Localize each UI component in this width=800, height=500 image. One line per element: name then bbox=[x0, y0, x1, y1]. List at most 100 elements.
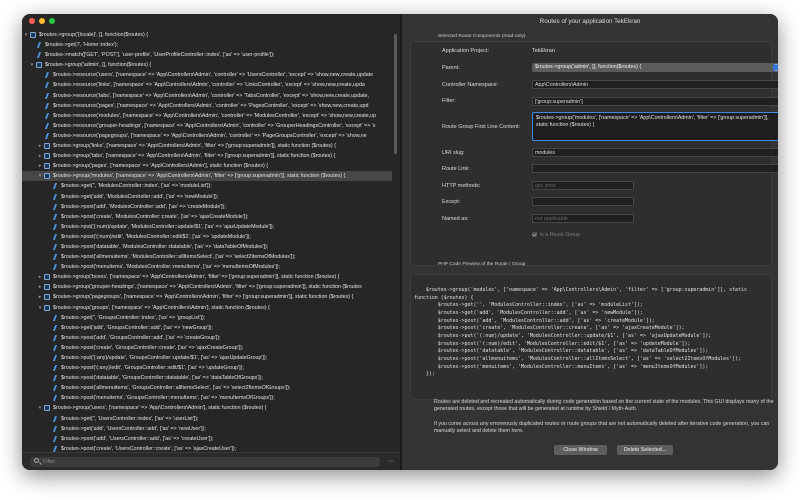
tree-row[interactable]: $routes->post('create', 'ModulesControll… bbox=[22, 212, 392, 222]
tree-scrollbar[interactable] bbox=[394, 34, 397, 454]
tree-row[interactable]: ▸ $routes->group('pages', ['namespace' =>… bbox=[22, 161, 392, 171]
tree-row[interactable]: ▾ $routes->group('users', ['namespace' =>… bbox=[22, 403, 392, 413]
tree-row[interactable]: ▸ $routes->group('tabs', ['namespace' => … bbox=[22, 151, 392, 161]
tree-row[interactable]: $routes->put('(:any)/update', 'GroupsCon… bbox=[22, 353, 392, 363]
parent-popup[interactable]: $routes->group('admin', [], function($ro… bbox=[532, 63, 778, 72]
tree-row-label: $routes->post('create', 'UsersController… bbox=[61, 445, 237, 452]
tree-row[interactable]: $routes->resource('users', ['namespace' … bbox=[22, 70, 392, 80]
is-group-checkbox[interactable]: is a Route Group bbox=[532, 232, 580, 238]
tree-row-label: $routes->group('tabs', ['namespace' => '… bbox=[53, 153, 336, 160]
close-window-button[interactable]: Close Window bbox=[554, 445, 607, 455]
disclosure-collapsed-icon[interactable]: ▸ bbox=[37, 282, 43, 292]
route-icon bbox=[44, 133, 50, 139]
disclosure-expanded-icon[interactable]: ▾ bbox=[23, 30, 29, 40]
parent-value: $routes->group('admin', [], function($ro… bbox=[535, 64, 642, 70]
route-icon bbox=[44, 93, 50, 99]
tree-row[interactable]: $routes->get('', 'GroupsController::inde… bbox=[22, 313, 392, 323]
route-group-icon bbox=[44, 294, 50, 301]
minimize-window-control[interactable] bbox=[39, 18, 45, 24]
tree-row[interactable]: $routes->get('add', 'ModulesController::… bbox=[22, 192, 392, 202]
tree-row[interactable]: $routes->post('(:any)/edit', 'GroupsCont… bbox=[22, 363, 392, 373]
route-group-icon bbox=[36, 62, 42, 69]
tree-row-label: $routes->post('allmenuitems', 'ModulesCo… bbox=[61, 254, 296, 261]
tree-row[interactable]: $routes->resource('pagegroups', ['namesp… bbox=[22, 131, 392, 141]
tree-row[interactable]: $routes->get('', 'ModulesController::ind… bbox=[22, 181, 392, 191]
route-link-field[interactable] bbox=[532, 164, 778, 173]
tree-row[interactable]: ▾ $routes->group('modules', ['namespace' … bbox=[22, 171, 392, 182]
tree-row[interactable]: $routes->get('add', 'GroupsController::a… bbox=[22, 323, 392, 333]
tree-row[interactable]: $routes->get('/', 'Home::index'); bbox=[22, 40, 392, 50]
filter-value-field[interactable]: ['group:superadmin'] bbox=[532, 97, 778, 106]
tree-row[interactable]: $routes->resource('pages', ['namespace' … bbox=[22, 101, 392, 111]
close-window-control[interactable] bbox=[29, 18, 35, 24]
route-icon bbox=[52, 204, 58, 210]
tree-scrollbar-thumb[interactable] bbox=[394, 34, 397, 154]
tree-row[interactable]: $routes->post('datatable', 'ModulesContr… bbox=[22, 242, 392, 252]
tree-row[interactable]: $routes->get('add', 'UsersController::ad… bbox=[22, 424, 392, 434]
tree-row[interactable]: $routes->post('add', 'ModulesController:… bbox=[22, 202, 392, 212]
tree-row[interactable]: $routes->post('add', 'UsersController::a… bbox=[22, 434, 392, 444]
disclosure-expanded-icon[interactable]: ▾ bbox=[37, 403, 43, 413]
tree-row[interactable]: $routes->post('menuitems', 'ModulesContr… bbox=[22, 262, 392, 272]
tree-row[interactable]: ▾ $routes->group('admin', [], function($r… bbox=[22, 60, 392, 70]
tree-row[interactable]: $routes->resource('grouper-headings', ['… bbox=[22, 121, 392, 131]
delete-selected-button[interactable]: Delete Selected... bbox=[617, 445, 673, 455]
tree-row[interactable]: $routes->post('create', 'UsersController… bbox=[22, 444, 392, 452]
tree-row[interactable]: ▸ $routes->group('links', ['namespace' =>… bbox=[22, 141, 392, 151]
tree-row[interactable]: $routes->post('(:num)/edit', 'ModulesCon… bbox=[22, 232, 392, 242]
tree-row[interactable]: ▸ $routes->group('pagegroups', ['namespac… bbox=[22, 292, 392, 302]
zoom-window-control[interactable] bbox=[49, 18, 55, 24]
tree-row[interactable]: $routes->post('menuitems', 'GroupsContro… bbox=[22, 393, 392, 403]
disclosure-expanded-icon[interactable]: ▾ bbox=[37, 303, 43, 313]
tree-row[interactable]: ▸ $routes->group('grouper-headings', ['na… bbox=[22, 282, 392, 292]
tree-row[interactable]: $routes->post('datatable', 'GroupsContro… bbox=[22, 373, 392, 383]
tree-row-label: $routes->post('(:any)/edit', 'GroupsCont… bbox=[61, 365, 244, 372]
except-field[interactable] bbox=[532, 197, 634, 206]
route-group-icon bbox=[44, 405, 50, 412]
route-link-label: Route Link: bbox=[442, 166, 470, 172]
route-icon bbox=[44, 123, 50, 129]
tree-row[interactable]: ▾ $routes->group('groups', ['namespace' =… bbox=[22, 303, 392, 313]
tree-row[interactable]: $routes->put('(:num)/update', 'ModulesCo… bbox=[22, 222, 392, 232]
tree-row[interactable]: $routes->post('allmenuitems', 'GroupsCon… bbox=[22, 383, 392, 393]
match-route-icon bbox=[36, 52, 42, 58]
disclosure-collapsed-icon[interactable]: ▸ bbox=[37, 292, 43, 302]
tree-row-label: $routes->get('', 'GroupsController::inde… bbox=[61, 314, 206, 321]
window-title: Routes of your application TekEkran bbox=[539, 18, 641, 25]
tree-row[interactable]: $routes->resource('modules', ['namespace… bbox=[22, 111, 392, 121]
tree-row-label: $routes->post('datatable', 'ModulesContr… bbox=[61, 243, 269, 250]
tree-row[interactable]: ▾ $routes->group('{locale}', [], function… bbox=[22, 30, 392, 40]
disclosure-collapsed-icon[interactable]: ▸ bbox=[37, 151, 43, 161]
disclosure-collapsed-icon[interactable]: ▸ bbox=[37, 161, 43, 171]
route-icon bbox=[52, 345, 58, 351]
http-methods-field[interactable]: get, post bbox=[532, 181, 634, 190]
disclosure-collapsed-icon[interactable]: ▸ bbox=[37, 141, 43, 151]
tree-row[interactable]: $routes->match(['GET', 'POST'], 'user-pr… bbox=[22, 50, 392, 60]
tree-row[interactable]: $routes->get('', 'UsersController::index… bbox=[22, 414, 392, 424]
first-line-textarea[interactable]: $routes->group('modules', ['namespace' =… bbox=[532, 112, 778, 141]
tree-row[interactable]: $routes->resource('links', ['namespace' … bbox=[22, 80, 392, 90]
named-as-field[interactable]: not applicable bbox=[532, 214, 634, 223]
tree-row[interactable]: $routes->post('create', 'GroupsControlle… bbox=[22, 343, 392, 353]
route-icon bbox=[52, 355, 58, 361]
filter-options-icon[interactable]: ⋯ bbox=[388, 457, 394, 467]
namespace-field[interactable]: App\Controllers\Admin bbox=[532, 80, 778, 89]
tree-row-label: $routes->post('add', 'GroupsController::… bbox=[61, 334, 221, 341]
tree-row-label: $routes->post('(:num)/edit', 'ModulesCon… bbox=[61, 233, 251, 240]
tree-row[interactable]: ▸ $routes->group('boxes', ['namespace' =>… bbox=[22, 272, 392, 282]
route-icon bbox=[44, 82, 50, 88]
tree-row-label: $routes->post('menuitems', 'ModulesContr… bbox=[61, 264, 281, 271]
uri-slug-field[interactable]: modules bbox=[532, 148, 778, 157]
tree-row-label: $routes->group('pagegroups', ['namespace… bbox=[53, 294, 354, 301]
tree-row-label: $routes->resource('pagegroups', ['namesp… bbox=[53, 132, 367, 139]
tree-row[interactable]: $routes->post('add', 'GroupsController::… bbox=[22, 333, 392, 343]
route-group-icon bbox=[44, 304, 50, 311]
tree-row[interactable]: $routes->resource('tabs', ['namespace' =… bbox=[22, 91, 392, 101]
notes-paragraph-2: If you come across any erroneously dupli… bbox=[434, 421, 770, 435]
disclosure-expanded-icon[interactable]: ▾ bbox=[37, 171, 43, 181]
route-icon bbox=[52, 446, 58, 452]
filter-field[interactable]: Filter bbox=[30, 457, 380, 467]
tree-row[interactable]: $routes->post('allmenuitems', 'ModulesCo… bbox=[22, 252, 392, 262]
disclosure-expanded-icon[interactable]: ▾ bbox=[29, 60, 35, 70]
disclosure-collapsed-icon[interactable]: ▸ bbox=[37, 272, 43, 282]
